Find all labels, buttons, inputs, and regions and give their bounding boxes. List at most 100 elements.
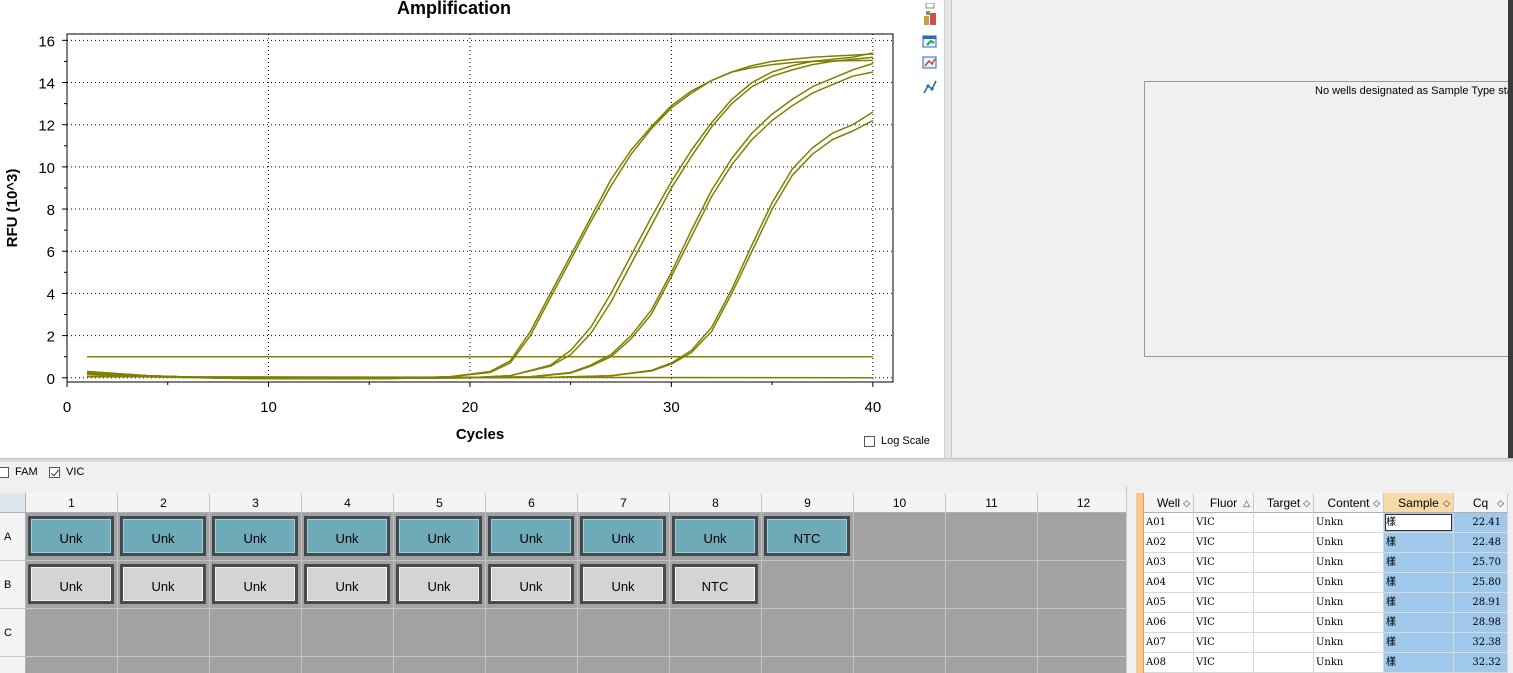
plate-well[interactable]: Unk xyxy=(396,564,482,604)
vertical-splitter[interactable] xyxy=(944,0,952,458)
plate-row-header[interactable]: D xyxy=(0,657,26,673)
plate-well-cell[interactable] xyxy=(854,609,946,657)
plate-column-header[interactable]: 6 xyxy=(486,493,578,513)
fluor-fam-checkbox[interactable] xyxy=(0,466,9,478)
plate-well-cell[interactable]: Unk xyxy=(394,561,486,609)
plate-well-cell[interactable]: Unk xyxy=(302,561,394,609)
sort-icon[interactable]: ◇ xyxy=(1373,493,1380,513)
plate-well-cell[interactable] xyxy=(854,513,946,561)
plate-well[interactable]: Unk xyxy=(580,564,666,604)
plate-well-cell[interactable]: Unk xyxy=(394,513,486,561)
plate-well[interactable]: Unk xyxy=(304,516,390,556)
plate-well-cell[interactable] xyxy=(670,657,762,673)
plate-well-cell[interactable] xyxy=(762,657,854,673)
sort-icon[interactable]: ◇ xyxy=(1443,493,1450,513)
plate-well[interactable]: Unk xyxy=(120,516,206,556)
plate-well-cell[interactable] xyxy=(26,609,118,657)
sort-icon[interactable]: △ xyxy=(1243,493,1250,513)
plate-well-cell[interactable] xyxy=(210,657,302,673)
plate-well-cell[interactable]: Unk xyxy=(118,561,210,609)
plate-column-header[interactable]: 11 xyxy=(946,493,1038,513)
plate-well[interactable]: Unk xyxy=(304,564,390,604)
plate-well[interactable]: Unk xyxy=(212,516,298,556)
table-cell-sample[interactable]: 樣 xyxy=(1384,613,1454,633)
plate-well-cell[interactable]: Unk xyxy=(486,561,578,609)
plate-well-cell[interactable] xyxy=(670,609,762,657)
plate-well-cell[interactable]: Unk xyxy=(210,513,302,561)
plate-well[interactable]: Unk xyxy=(120,564,206,604)
plate-corner[interactable] xyxy=(0,493,26,513)
plate-well-cell[interactable]: Unk xyxy=(26,561,118,609)
plate-well-cell[interactable] xyxy=(302,657,394,673)
plate-well-cell[interactable]: NTC xyxy=(762,513,854,561)
plate-row-header[interactable]: C xyxy=(0,609,26,657)
plate-well-cell[interactable] xyxy=(486,657,578,673)
plate-well-cell[interactable]: Unk xyxy=(486,513,578,561)
plate-well-cell[interactable] xyxy=(1038,657,1126,673)
table-cell-sample[interactable]: 樣 xyxy=(1384,653,1454,673)
plate-well-cell[interactable] xyxy=(1038,561,1126,609)
table-row[interactable]: A07 VIC Unkn 樣 32.38 xyxy=(1136,633,1508,653)
plate-well-cell[interactable] xyxy=(26,657,118,673)
table-cell-sample[interactable]: 樣 xyxy=(1384,573,1454,593)
trend-line-icon[interactable] xyxy=(922,79,938,95)
plate-well[interactable]: Unk xyxy=(672,516,758,556)
plate-column-header[interactable]: 4 xyxy=(302,493,394,513)
plate-well-cell[interactable] xyxy=(578,609,670,657)
plate-well-cell[interactable] xyxy=(394,657,486,673)
table-row[interactable]: A02 VIC Unkn 樣 22.48 xyxy=(1136,533,1508,553)
table-cell-sample[interactable]: 樣 xyxy=(1384,533,1454,553)
plate-well[interactable]: Unk xyxy=(212,564,298,604)
plate-column-header[interactable]: 3 xyxy=(210,493,302,513)
plate-table-splitter[interactable] xyxy=(1126,486,1134,673)
plate-well-cell[interactable] xyxy=(578,657,670,673)
plate-well[interactable]: Unk xyxy=(580,516,666,556)
plate-column-header[interactable]: 8 xyxy=(670,493,762,513)
export-icon[interactable] xyxy=(922,10,938,26)
plate-well-cell[interactable] xyxy=(210,609,302,657)
table-header-content[interactable]: Content ◇ xyxy=(1314,493,1384,513)
plate-well[interactable]: NTC xyxy=(672,564,758,604)
table-row[interactable]: A03 VIC Unkn 樣 25.70 xyxy=(1136,553,1508,573)
plate-well-cell[interactable] xyxy=(1038,513,1126,561)
plate-row-header[interactable]: A xyxy=(0,513,26,561)
sort-icon[interactable]: ◇ xyxy=(1303,493,1310,513)
fluor-vic-checkbox[interactable] xyxy=(49,466,60,478)
plate-well[interactable]: Unk xyxy=(28,516,114,556)
plate-well[interactable]: Unk xyxy=(28,564,114,604)
plate-well-cell[interactable] xyxy=(118,609,210,657)
plate-well-cell[interactable] xyxy=(946,657,1038,673)
table-header-target[interactable]: Target ◇ xyxy=(1254,493,1314,513)
plate-row-header[interactable]: B xyxy=(0,561,26,609)
zoom-icon[interactable] xyxy=(922,55,938,71)
plate-column-header[interactable]: 9 xyxy=(762,493,854,513)
plate-well-cell[interactable]: Unk xyxy=(118,513,210,561)
plate-column-header[interactable]: 2 xyxy=(118,493,210,513)
table-row[interactable]: A08 VIC Unkn 樣 32.32 xyxy=(1136,653,1508,673)
plate-well-cell[interactable]: Unk xyxy=(578,561,670,609)
chart-settings-icon[interactable] xyxy=(922,33,938,49)
plate-well-cell[interactable] xyxy=(302,609,394,657)
plate-well-cell[interactable]: Unk xyxy=(578,513,670,561)
plate-well-cell[interactable]: NTC xyxy=(670,561,762,609)
plate-well-cell[interactable]: Unk xyxy=(26,513,118,561)
sort-icon[interactable]: ◇ xyxy=(1183,493,1190,513)
table-header-fluor[interactable]: Fluor △ xyxy=(1194,493,1254,513)
plate-column-header[interactable]: 12 xyxy=(1038,493,1126,513)
plate-well[interactable]: Unk xyxy=(396,516,482,556)
plate-well-cell[interactable] xyxy=(854,657,946,673)
plate-column-header[interactable]: 1 xyxy=(26,493,118,513)
table-row[interactable]: A04 VIC Unkn 樣 25.80 xyxy=(1136,573,1508,593)
plate-well[interactable]: NTC xyxy=(764,516,850,556)
table-header-sample[interactable]: Sample ◇ xyxy=(1384,493,1454,513)
table-cell-sample[interactable]: 樣 xyxy=(1384,593,1454,613)
table-row[interactable]: A01 VIC Unkn 樣 22.41 xyxy=(1136,513,1508,533)
plate-well-cell[interactable] xyxy=(486,609,578,657)
plate-well-cell[interactable]: Unk xyxy=(670,513,762,561)
plate-well-cell[interactable] xyxy=(762,561,854,609)
plate-well-cell[interactable] xyxy=(946,561,1038,609)
plate-column-header[interactable]: 5 xyxy=(394,493,486,513)
plate-well-cell[interactable] xyxy=(946,609,1038,657)
table-cell-sample[interactable]: 樣 xyxy=(1384,513,1454,533)
table-header-cq[interactable]: Cq ◇ xyxy=(1454,493,1508,513)
